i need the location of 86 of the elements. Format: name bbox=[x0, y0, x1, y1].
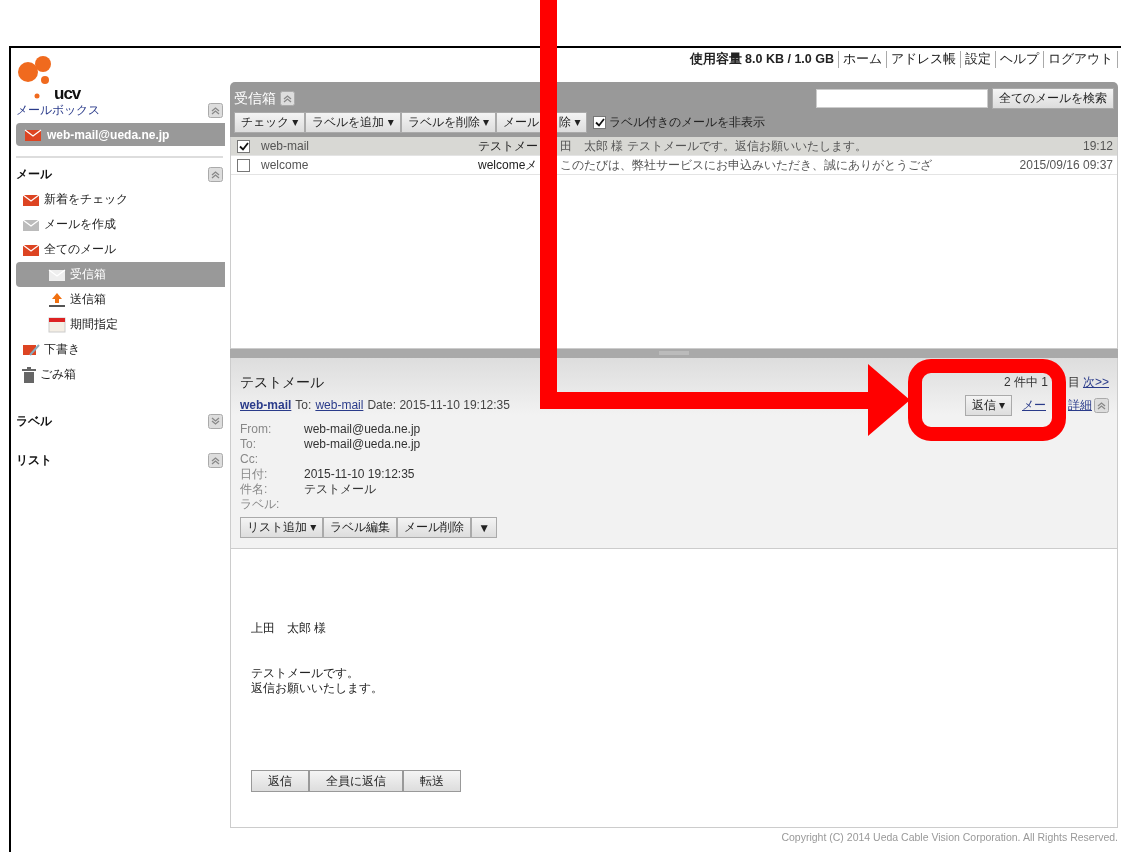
checkmark-icon bbox=[238, 141, 249, 151]
reply-button[interactable]: 返信 ▾ bbox=[964, 395, 1012, 416]
to-label: To: bbox=[295, 398, 312, 412]
section-title: リスト bbox=[16, 452, 52, 469]
calendar-icon bbox=[48, 316, 66, 333]
folder-item[interactable]: 送信箱 bbox=[16, 287, 225, 312]
pager-text: 目 bbox=[1068, 374, 1080, 391]
reply-action-button[interactable]: 転送 bbox=[403, 770, 461, 792]
sender-cell: web-mail bbox=[261, 139, 309, 153]
envelope-pencil-icon bbox=[22, 342, 40, 357]
next-link[interactable]: 次>> bbox=[1083, 374, 1109, 391]
preview-cell: このたびは、弊社サービスにお申込みいただき、誠にありがとうござ bbox=[560, 156, 932, 174]
reply-action-button[interactable]: 全員に返信 bbox=[309, 770, 403, 792]
detail-link[interactable]: 詳細 bbox=[1068, 397, 1092, 414]
inbox-tray-icon bbox=[48, 267, 66, 282]
header-value: テストメール bbox=[304, 482, 377, 497]
toolbar-button[interactable]: ラベルを削除 ▾ bbox=[400, 112, 497, 133]
folder-item[interactable]: 全てのメール bbox=[16, 237, 225, 262]
header-name: 日付: bbox=[240, 467, 269, 482]
toolbar-button[interactable]: ラベルを追加 ▾ bbox=[305, 112, 401, 133]
pager-text: 2 件中 1 bbox=[1003, 374, 1048, 391]
checkmark-icon bbox=[594, 118, 605, 127]
envelope-icon bbox=[22, 217, 40, 232]
collapse-icon[interactable] bbox=[208, 103, 223, 118]
logo-text: ucv bbox=[54, 85, 81, 102]
trash-icon bbox=[22, 366, 36, 383]
header-link[interactable]: アドレス帳 bbox=[887, 50, 961, 68]
preview-cell: 田 太郎 様 テストメールです。返信お願いいたします。 bbox=[560, 137, 867, 155]
checkbox[interactable] bbox=[237, 139, 250, 153]
section-title: メール bbox=[16, 166, 52, 183]
collapse-icon[interactable] bbox=[280, 91, 295, 106]
time-cell: 19:12 bbox=[1082, 139, 1113, 153]
body-text: 上田 太郎 様 bbox=[251, 621, 328, 636]
collapse-icon[interactable] bbox=[1094, 398, 1109, 413]
folder-item[interactable]: 下書き bbox=[16, 337, 225, 362]
expand-icon[interactable] bbox=[208, 414, 223, 429]
header-link[interactable]: ヘルプ bbox=[996, 50, 1044, 68]
upload-icon bbox=[48, 291, 66, 308]
date-text: Date: 2015-11-10 19:12:35 bbox=[367, 398, 510, 412]
folder-item[interactable]: ごみ箱 bbox=[16, 362, 225, 387]
action-button[interactable]: ラベル編集 bbox=[323, 517, 398, 538]
checkbox[interactable] bbox=[593, 116, 607, 129]
checkbox[interactable] bbox=[237, 158, 250, 172]
copyright-text: Copyright (C) 2014 Ueda Cable Vision Corporation. All Rights Reserved. bbox=[780, 830, 1118, 843]
recipient-link[interactable]: web-mail bbox=[315, 398, 364, 412]
envelope-icon bbox=[22, 192, 40, 207]
folder-item[interactable]: メールを作成 bbox=[16, 212, 225, 237]
subject-cell: テストメー bbox=[478, 137, 538, 155]
toolbar-button[interactable]: チェック ▾ bbox=[234, 112, 306, 133]
folder-item[interactable]: 新着をチェック bbox=[16, 187, 225, 212]
collapse-icon[interactable] bbox=[208, 167, 223, 182]
detail-link[interactable]: メー bbox=[1022, 397, 1046, 414]
time-cell: 2015/09/16 09:37 bbox=[1019, 158, 1113, 172]
collapse-icon[interactable] bbox=[208, 453, 223, 468]
header-value: web-mail@ueda.ne.jp bbox=[304, 437, 422, 452]
header-name: 件名: bbox=[240, 482, 269, 497]
reply-action-button[interactable]: 返信 bbox=[251, 770, 309, 792]
message-row[interactable]: web-mail テストメー 田 太郎 様 テストメールです。返信お願いいたします。 19:12 bbox=[231, 137, 1117, 156]
header-name: From: bbox=[240, 422, 273, 437]
body-text: テストメールです。 返信お願いいたします。 bbox=[251, 666, 384, 696]
header-value: web-mail@ueda.ne.jp bbox=[304, 422, 422, 437]
header-name: Cc: bbox=[240, 452, 259, 467]
message-row[interactable]: welcome welcomeメ このたびは、弊社サービスにお申込みいただき、誠にありがとうござ 2015/09/16 09:37 bbox=[231, 156, 1117, 175]
search-button[interactable]: 全てのメールを検索 bbox=[992, 88, 1114, 109]
action-button[interactable]: ▼ bbox=[471, 517, 498, 538]
checkbox-label: ラベル付きのメールを非表示 bbox=[609, 114, 766, 131]
folder-item[interactable]: 期間指定 bbox=[16, 312, 225, 337]
header-name: ラベル: bbox=[240, 497, 281, 512]
usage-text: 使用容量 8.0 KB / 1.0 GB bbox=[689, 50, 839, 68]
mailbox-title: メールボックス bbox=[16, 102, 100, 119]
header-value: 2015-11-10 19:12:35 bbox=[304, 467, 416, 482]
action-button[interactable]: メール削除 bbox=[397, 517, 472, 538]
header-link[interactable]: 設定 bbox=[961, 50, 996, 68]
envelope-icon bbox=[24, 127, 42, 142]
header-link[interactable]: ログアウト bbox=[1044, 50, 1118, 68]
subject-cell: welcomeメ bbox=[478, 156, 538, 174]
sender-cell: welcome bbox=[261, 158, 309, 172]
action-button[interactable]: リスト追加 ▾ bbox=[240, 517, 324, 538]
header-name: To: bbox=[240, 437, 257, 452]
sender-link[interactable]: web-mail bbox=[240, 398, 292, 412]
section-title: ラベル bbox=[16, 413, 52, 430]
message-subject: テストメール bbox=[240, 374, 324, 390]
inbox-title: 受信箱 bbox=[234, 89, 276, 108]
envelope-icon bbox=[22, 242, 40, 257]
search-field[interactable] bbox=[816, 89, 988, 108]
header-link[interactable]: ホーム bbox=[839, 50, 887, 68]
